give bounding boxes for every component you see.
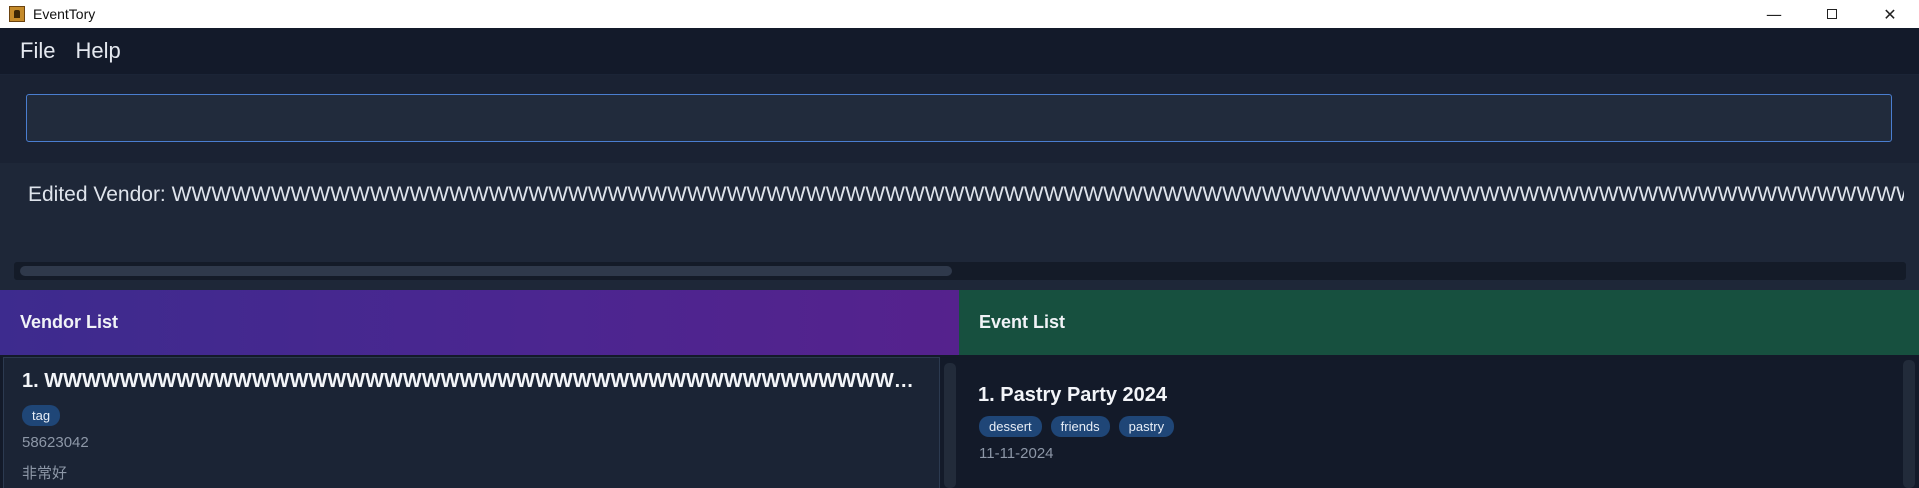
vendor-list-title: Vendor List — [20, 312, 119, 332]
vendor-description: 非常好 — [22, 465, 68, 482]
event-name: 1. Pastry Party 2024 — [978, 384, 1168, 406]
result-text: Edited Vendor: WWWWWWWWWWWWWWWWWWWWWWWWW… — [28, 183, 1904, 206]
vendor-list: 1. WWWWWWWWWWWWWWWWWWWWWWWWWWWWWWWWWWWWW… — [0, 355, 959, 488]
menu-help[interactable]: Help — [65, 38, 130, 64]
vendor-list-header: Vendor List — [0, 290, 959, 355]
result-display: Edited Vendor: WWWWWWWWWWWWWWWWWWWWWWWWW… — [0, 163, 1919, 290]
close-icon: ✕ — [1883, 4, 1897, 24]
vendor-card[interactable]: 1. WWWWWWWWWWWWWWWWWWWWWWWWWWWWWWWWWWWWW… — [3, 357, 940, 488]
event-list-scrollbar[interactable] — [1903, 360, 1915, 488]
command-input[interactable] — [26, 94, 1892, 142]
tag-badge: friends — [1050, 416, 1110, 437]
tag-badge: tag — [22, 405, 61, 426]
event-list-title: Event List — [979, 312, 1066, 332]
result-horizontal-scrollbar[interactable] — [14, 262, 1906, 280]
event-list: 1. Pastry Party 2024 dessert friends pas… — [959, 355, 1919, 488]
title-bar: EventTory — ✕ — [0, 0, 1919, 28]
menu-bar: File Help — [0, 28, 1919, 75]
tag-badge: pastry — [1118, 416, 1175, 437]
window-title: EventTory — [33, 6, 96, 22]
tag-badge: dessert — [979, 416, 1042, 437]
close-button[interactable]: ✕ — [1861, 0, 1919, 28]
minimize-icon: — — [1766, 4, 1782, 24]
event-tags: dessert friends pastry — [979, 416, 1175, 437]
event-date: 11-11-2024 — [979, 445, 1054, 462]
scrollbar-thumb[interactable] — [20, 266, 952, 276]
maximize-icon — [1827, 9, 1837, 19]
menu-file[interactable]: File — [10, 38, 65, 64]
maximize-button[interactable] — [1803, 0, 1861, 28]
event-list-header: Event List — [959, 290, 1919, 355]
app-icon — [9, 6, 25, 22]
window-controls: — ✕ — [1745, 0, 1919, 28]
vendor-name: 1. WWWWWWWWWWWWWWWWWWWWWWWWWWWWWWWWWWWWW… — [22, 370, 932, 392]
vendor-list-scrollbar[interactable] — [944, 363, 956, 488]
minimize-button[interactable]: — — [1745, 0, 1803, 28]
command-area — [0, 75, 1919, 163]
vendor-tags: tag — [22, 405, 61, 426]
vendor-phone: 58623042 — [22, 434, 89, 451]
